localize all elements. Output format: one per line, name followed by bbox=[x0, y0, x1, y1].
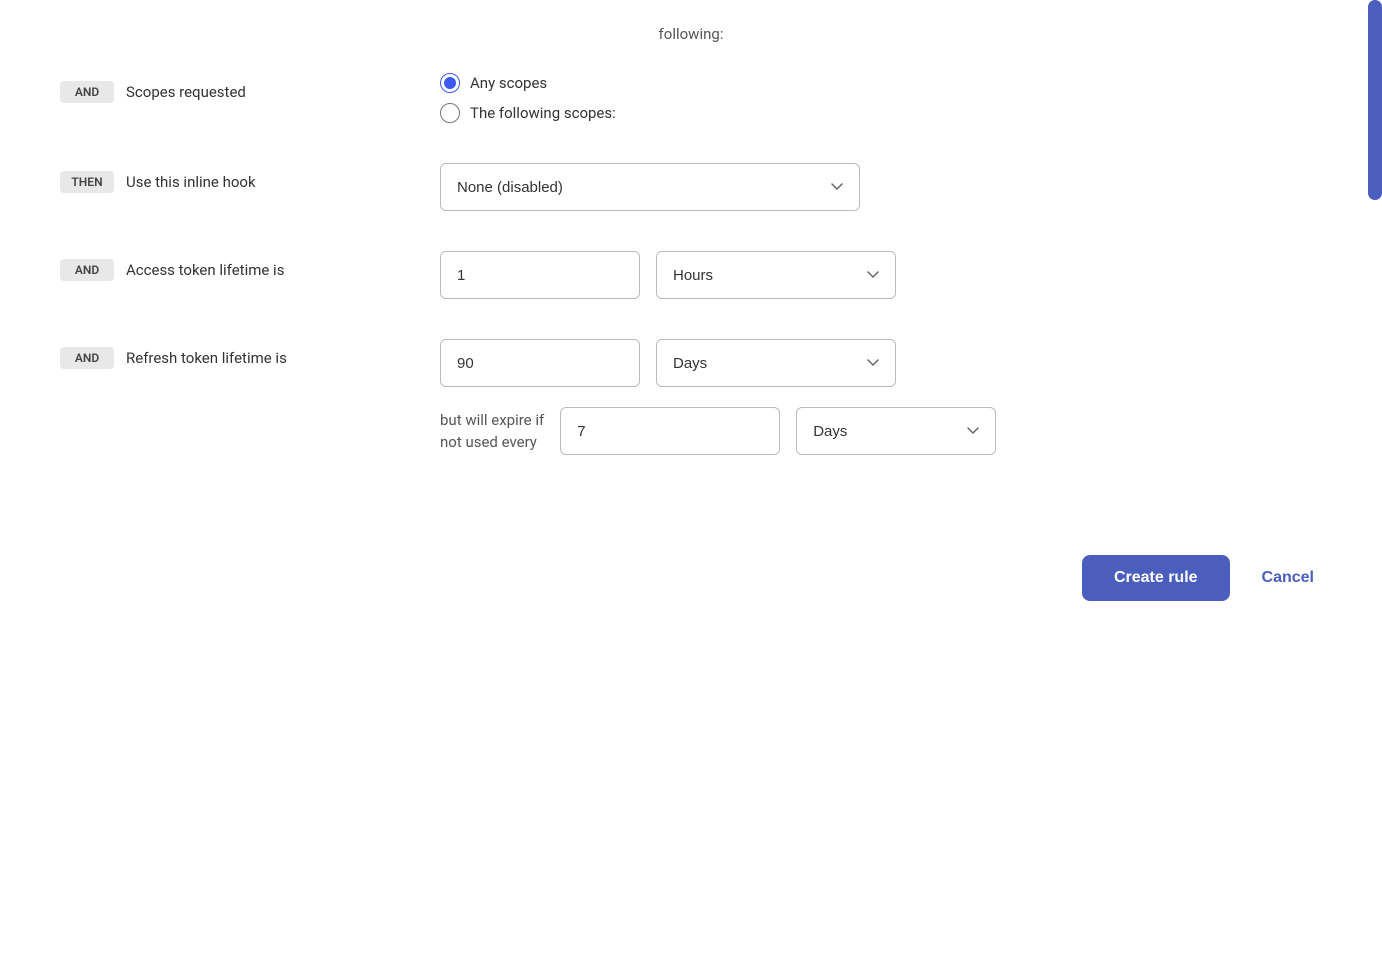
scopes-controls: Any scopes The following scopes: bbox=[440, 73, 1322, 123]
footer-buttons: Create rule Cancel bbox=[0, 495, 1382, 601]
expire-label: but will expire if not used every bbox=[440, 409, 544, 454]
inline-hook-label-side: THEN Use this inline hook bbox=[60, 163, 400, 193]
scopes-badge: AND bbox=[60, 81, 114, 103]
refresh-token-label-side: AND Refresh token lifetime is bbox=[60, 339, 400, 369]
cancel-button[interactable]: Cancel bbox=[1254, 555, 1322, 601]
inline-hook-label: Use this inline hook bbox=[126, 173, 256, 191]
radio-any-input[interactable] bbox=[440, 73, 460, 93]
inline-hook-row: THEN Use this inline hook None (disabled… bbox=[60, 163, 1322, 211]
access-token-badge: AND bbox=[60, 259, 114, 281]
inline-hook-controls: None (disabled) bbox=[440, 163, 1322, 211]
expire-unit-select[interactable]: Days Hours Minutes bbox=[796, 407, 996, 455]
radio-following-scopes[interactable]: The following scopes: bbox=[440, 103, 1322, 123]
access-token-controls: Hours Minutes Days bbox=[440, 251, 1322, 299]
form-section: AND Scopes requested Any scopes The foll… bbox=[0, 73, 1382, 455]
scopes-row: AND Scopes requested Any scopes The foll… bbox=[60, 73, 1322, 123]
refresh-token-badge: AND bbox=[60, 347, 114, 369]
radio-any-label: Any scopes bbox=[470, 74, 547, 92]
scrollbar[interactable] bbox=[1368, 0, 1382, 200]
access-token-number-unit: Hours Minutes Days bbox=[440, 251, 1322, 299]
scopes-radio-group: Any scopes The following scopes: bbox=[440, 73, 1322, 123]
inline-hook-select[interactable]: None (disabled) bbox=[440, 163, 860, 211]
access-token-unit-select[interactable]: Hours Minutes Days bbox=[656, 251, 896, 299]
refresh-expire-row: but will expire if not used every Days H… bbox=[440, 407, 1322, 455]
scopes-label-side: AND Scopes requested bbox=[60, 73, 400, 103]
radio-any-scopes[interactable]: Any scopes bbox=[440, 73, 1322, 93]
refresh-token-label: Refresh token lifetime is bbox=[126, 349, 287, 367]
access-token-label: Access token lifetime is bbox=[126, 261, 284, 279]
refresh-token-controls: Days Hours Minutes but will expire if no… bbox=[440, 339, 1322, 455]
scopes-label: Scopes requested bbox=[126, 83, 246, 101]
top-text: following: bbox=[0, 20, 1382, 43]
access-token-label-side: AND Access token lifetime is bbox=[60, 251, 400, 281]
expire-value-input[interactable] bbox=[560, 407, 780, 455]
refresh-token-row: AND Refresh token lifetime is Days Hours… bbox=[60, 339, 1322, 455]
page-container: following: AND Scopes requested Any scop… bbox=[0, 0, 1382, 960]
radio-following-label: The following scopes: bbox=[470, 104, 616, 122]
access-token-row: AND Access token lifetime is Hours Minut… bbox=[60, 251, 1322, 299]
expire-label-line2: not used every bbox=[440, 433, 537, 451]
refresh-token-number-unit: Days Hours Minutes bbox=[440, 339, 1322, 387]
access-token-value-input[interactable] bbox=[440, 251, 640, 299]
refresh-token-value-input[interactable] bbox=[440, 339, 640, 387]
refresh-token-unit-select[interactable]: Days Hours Minutes bbox=[656, 339, 896, 387]
expire-label-line1: but will expire if bbox=[440, 411, 544, 429]
inline-hook-badge: THEN bbox=[60, 171, 114, 193]
radio-following-input[interactable] bbox=[440, 103, 460, 123]
create-rule-button[interactable]: Create rule bbox=[1082, 555, 1230, 601]
